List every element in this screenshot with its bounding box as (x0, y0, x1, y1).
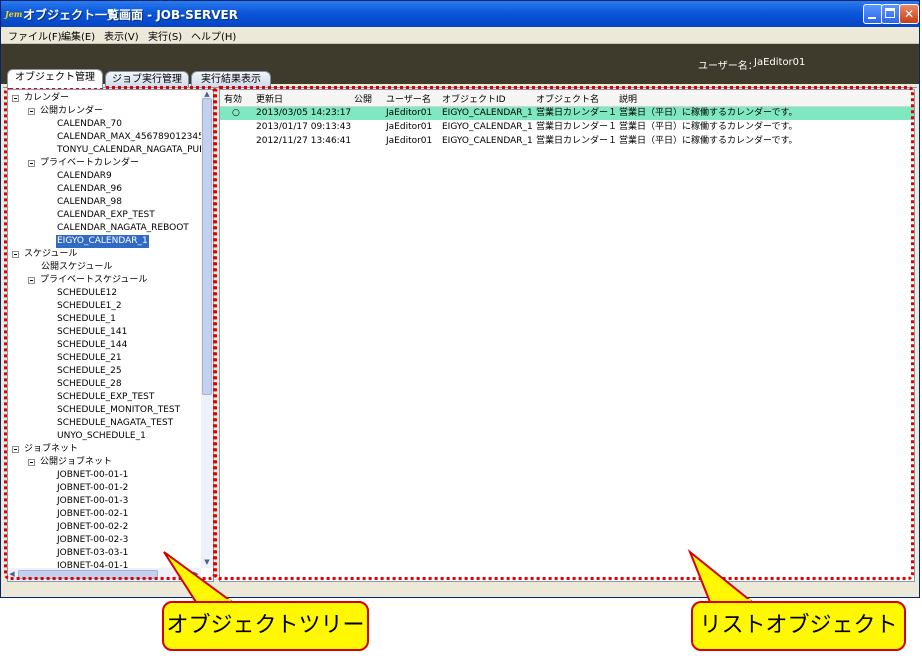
menu-edit[interactable]: 編集(E) (61, 28, 95, 43)
user-name: JaEditor01 (754, 57, 806, 68)
window-title: オブジェクト一覧画面 - JOB-SERVER (23, 8, 238, 22)
maximize-button[interactable] (881, 4, 901, 24)
menu-run[interactable]: 実行(S) (148, 28, 182, 43)
menu-view[interactable]: 表示(V) (104, 28, 139, 43)
close-icon: ✕ (903, 7, 915, 21)
title-bar[interactable]: Jem オブジェクト一覧画面 - JOB-SERVER ✕ (1, 1, 919, 27)
menu-bar: ファイル(F) 編集(E) 表示(V) 実行(S) ヘルプ(H) (1, 27, 919, 44)
list-callout-tail (687, 548, 755, 603)
tree-callout-tail (163, 551, 236, 603)
app-icon: Jem (5, 9, 23, 19)
tab-execution-results[interactable]: 実行結果表示 (191, 71, 271, 87)
tree-callout: オブジェクトツリー (162, 601, 369, 651)
tab-job-execution[interactable]: ジョブ実行管理 (105, 71, 189, 87)
menu-help[interactable]: ヘルプ(H) (191, 28, 236, 43)
maximize-icon (882, 5, 900, 23)
user-label: ユーザー名： (698, 61, 758, 72)
tab-object-management[interactable]: オブジェクト管理 (7, 69, 103, 88)
minimize-icon (864, 5, 882, 23)
list-callout: リストオブジェクト (691, 601, 906, 651)
minimize-button[interactable] (863, 4, 883, 24)
tree-highlight-frame (4, 86, 216, 580)
menu-file[interactable]: ファイル(F) (8, 28, 62, 43)
close-button[interactable]: ✕ (899, 4, 919, 24)
list-highlight-frame (214, 86, 914, 580)
